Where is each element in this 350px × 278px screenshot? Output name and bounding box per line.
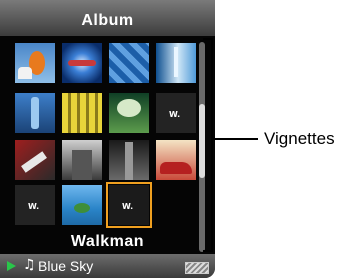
callout-bracket [203,38,213,252]
album-thumb[interactable] [109,93,149,133]
album-thumb[interactable] [15,93,55,133]
screen-title: Album [81,12,134,29]
title-bar: Album [0,0,215,36]
album-thumb[interactable] [109,43,149,83]
album-thumb[interactable] [156,43,196,83]
album-thumb[interactable] [62,185,102,225]
album-thumb[interactable] [156,140,196,180]
album-thumb[interactable] [15,140,55,180]
album-thumb[interactable] [109,140,149,180]
album-thumb[interactable]: W. [156,93,196,133]
album-thumb[interactable] [62,93,102,133]
album-thumb[interactable]: W. [15,185,55,225]
battery-icon [185,262,209,274]
now-playing-title: Blue Sky [38,258,94,274]
walkman-logo-icon: W. [122,202,134,211]
album-grid: W. W. W. Walkman [0,36,215,254]
album-thumb-selected[interactable]: W. [106,182,152,228]
walkman-logo-icon: W. [28,202,40,211]
status-bar: ♫ Blue Sky [0,254,215,278]
player-screen: Album W. W. W. Walkman ♫ Blue Sky [0,0,215,278]
play-icon [7,261,16,271]
selected-album-label: Walkman [70,233,145,250]
music-note-icon: ♫ [23,257,36,273]
album-thumb[interactable] [62,140,102,180]
album-thumb[interactable] [62,43,102,83]
walkman-logo-icon: W. [169,110,181,119]
callout-line [213,138,258,140]
callout-label: Vignettes [264,129,335,148]
album-thumb[interactable] [15,43,55,83]
